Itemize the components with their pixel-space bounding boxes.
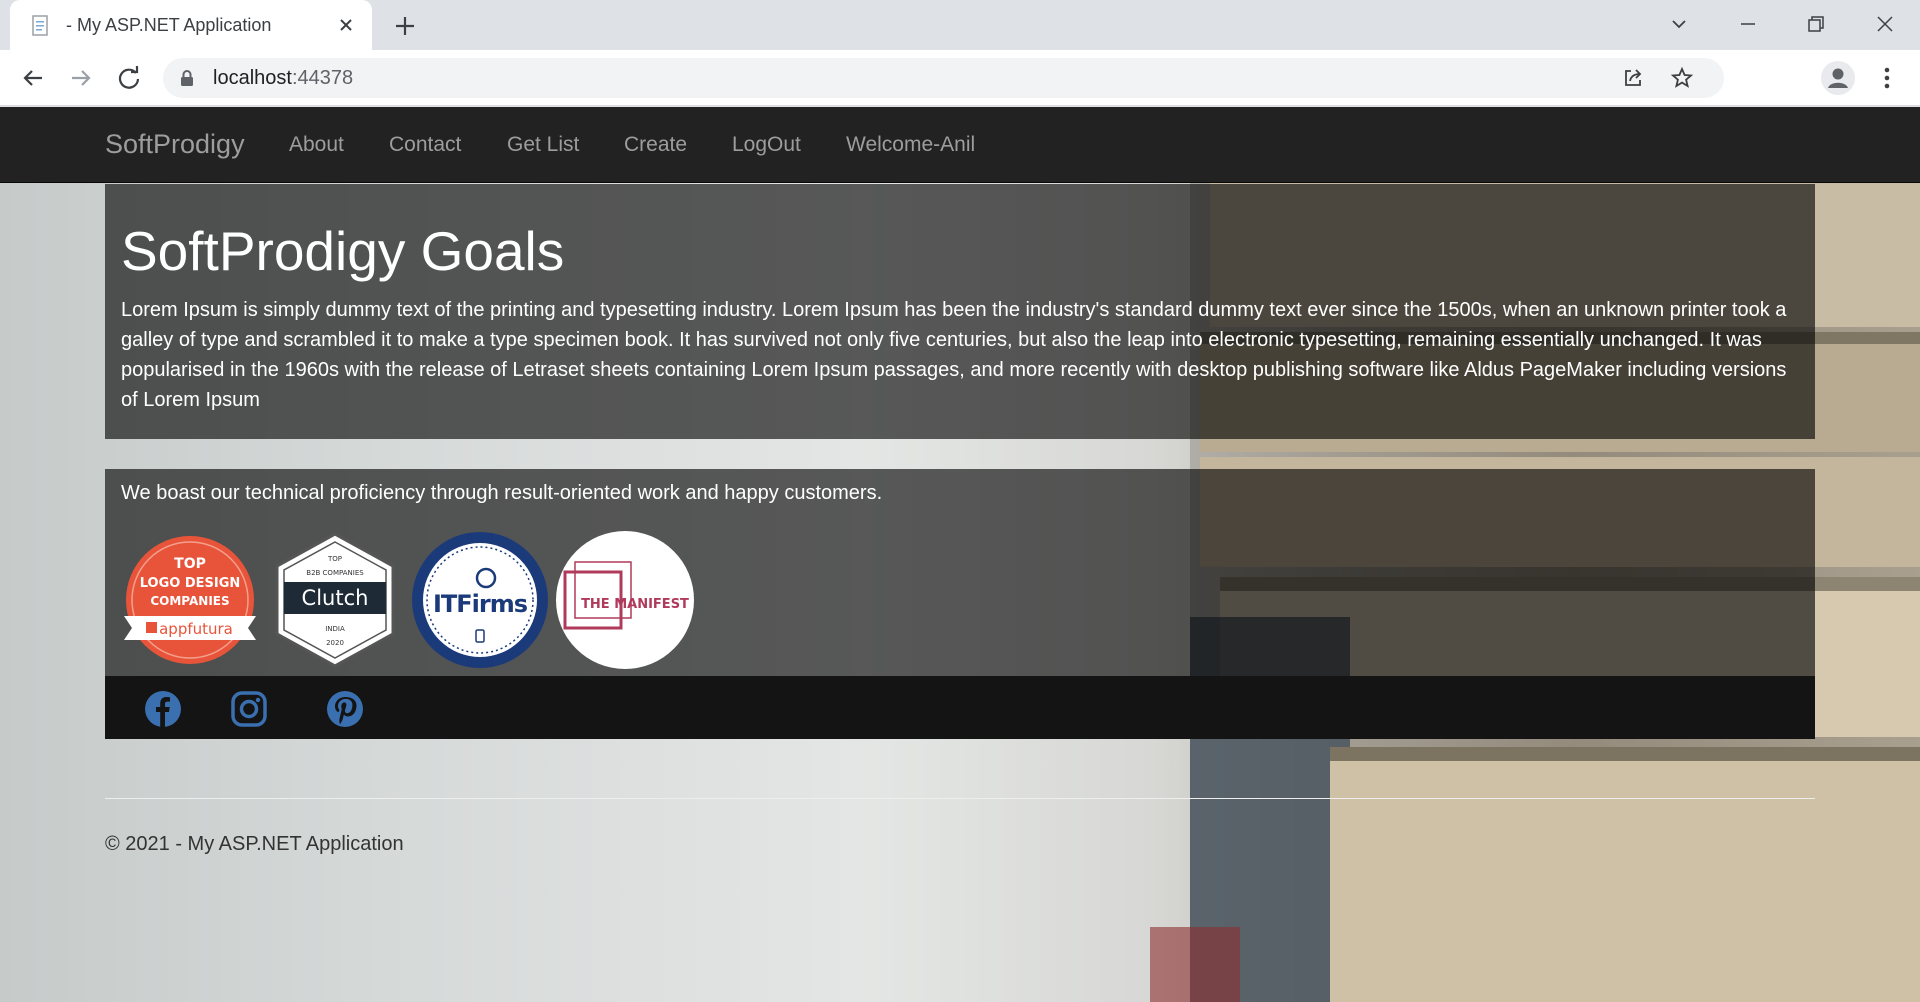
brand-link[interactable]: SoftProdigy xyxy=(105,129,245,160)
clutch-sub: B2B COMPANIES xyxy=(306,569,364,577)
nav-contact[interactable]: Contact xyxy=(389,133,461,157)
manifest-badge: THE MANIFEST xyxy=(556,531,694,669)
clutch-year: 2020 xyxy=(326,639,344,647)
reload-icon[interactable] xyxy=(114,63,144,93)
facebook-icon[interactable] xyxy=(144,690,182,728)
new-tab-icon[interactable] xyxy=(392,13,418,39)
appfutura-line1: TOP xyxy=(174,556,206,572)
clutch-name: Clutch xyxy=(302,586,369,610)
goals-title: SoftProdigy Goals xyxy=(121,220,565,282)
profile-avatar[interactable] xyxy=(1821,61,1855,95)
site-navbar: SoftProdigy About Contact Get List Creat… xyxy=(0,107,1920,183)
minimize-icon[interactable] xyxy=(1736,12,1760,36)
browser-tab[interactable]: - My ASP.NET Application xyxy=(10,0,372,51)
instagram-icon[interactable] xyxy=(230,690,268,728)
lock-icon[interactable] xyxy=(179,69,195,87)
back-icon[interactable] xyxy=(18,63,48,93)
footer-copyright: © 2021 - My ASP.NET Application xyxy=(105,833,404,855)
browser-toolbar: localhost:44378 xyxy=(0,50,1920,106)
restore-icon[interactable] xyxy=(1804,12,1828,36)
manifest-name: THE MANIFEST xyxy=(581,597,689,612)
itfirms-name: ITFirms xyxy=(433,590,528,618)
appfutura-badge: TOP LOGO DESIGN COMPANIES appfutura xyxy=(124,536,256,664)
footer-divider xyxy=(105,798,1815,799)
address-bar[interactable]: localhost:44378 xyxy=(163,58,1724,98)
awards-text: We boast our technical proficiency throu… xyxy=(121,482,883,504)
itfirms-badge: ITFirms xyxy=(412,532,548,668)
awards-section: We boast our technical proficiency throu… xyxy=(105,469,1815,676)
forward-icon[interactable] xyxy=(66,63,96,93)
social-links xyxy=(105,676,1815,739)
pinterest-icon[interactable] xyxy=(326,690,364,728)
close-tab-icon[interactable] xyxy=(336,15,356,35)
nav-about[interactable]: About xyxy=(289,133,344,157)
browser-menu-icon[interactable] xyxy=(1874,64,1900,92)
clutch-region: INDIA xyxy=(325,625,345,633)
url-text: localhost:44378 xyxy=(213,67,354,89)
nav-get-list[interactable]: Get List xyxy=(507,133,579,157)
share-icon[interactable] xyxy=(1621,66,1645,90)
tab-search-icon[interactable] xyxy=(1667,12,1691,36)
nav-logout[interactable]: LogOut xyxy=(732,133,801,157)
appfutura-line2: LOGO DESIGN xyxy=(140,576,241,591)
nav-create[interactable]: Create xyxy=(624,133,687,157)
clutch-top: TOP xyxy=(327,555,342,563)
clutch-badge: TOP B2B COMPANIES Clutch INDIA 2020 xyxy=(275,532,395,668)
page-viewport: SoftProdigy About Contact Get List Creat… xyxy=(0,107,1920,1002)
bookmark-star-icon[interactable] xyxy=(1670,66,1694,90)
document-icon xyxy=(32,15,48,36)
goals-text: Lorem Ipsum is simply dummy text of the … xyxy=(121,299,1787,411)
appfutura-brand: appfutura xyxy=(159,620,233,638)
goals-section: SoftProdigy Goals Lorem Ipsum is simply … xyxy=(105,184,1815,439)
person-icon xyxy=(1828,68,1848,88)
appfutura-line3: COMPANIES xyxy=(150,594,229,608)
browser-tabstrip: - My ASP.NET Application xyxy=(0,0,1920,51)
close-window-icon[interactable] xyxy=(1873,12,1897,36)
nav-welcome[interactable]: Welcome-Anil xyxy=(846,133,975,157)
tab-title: - My ASP.NET Application xyxy=(66,15,272,35)
